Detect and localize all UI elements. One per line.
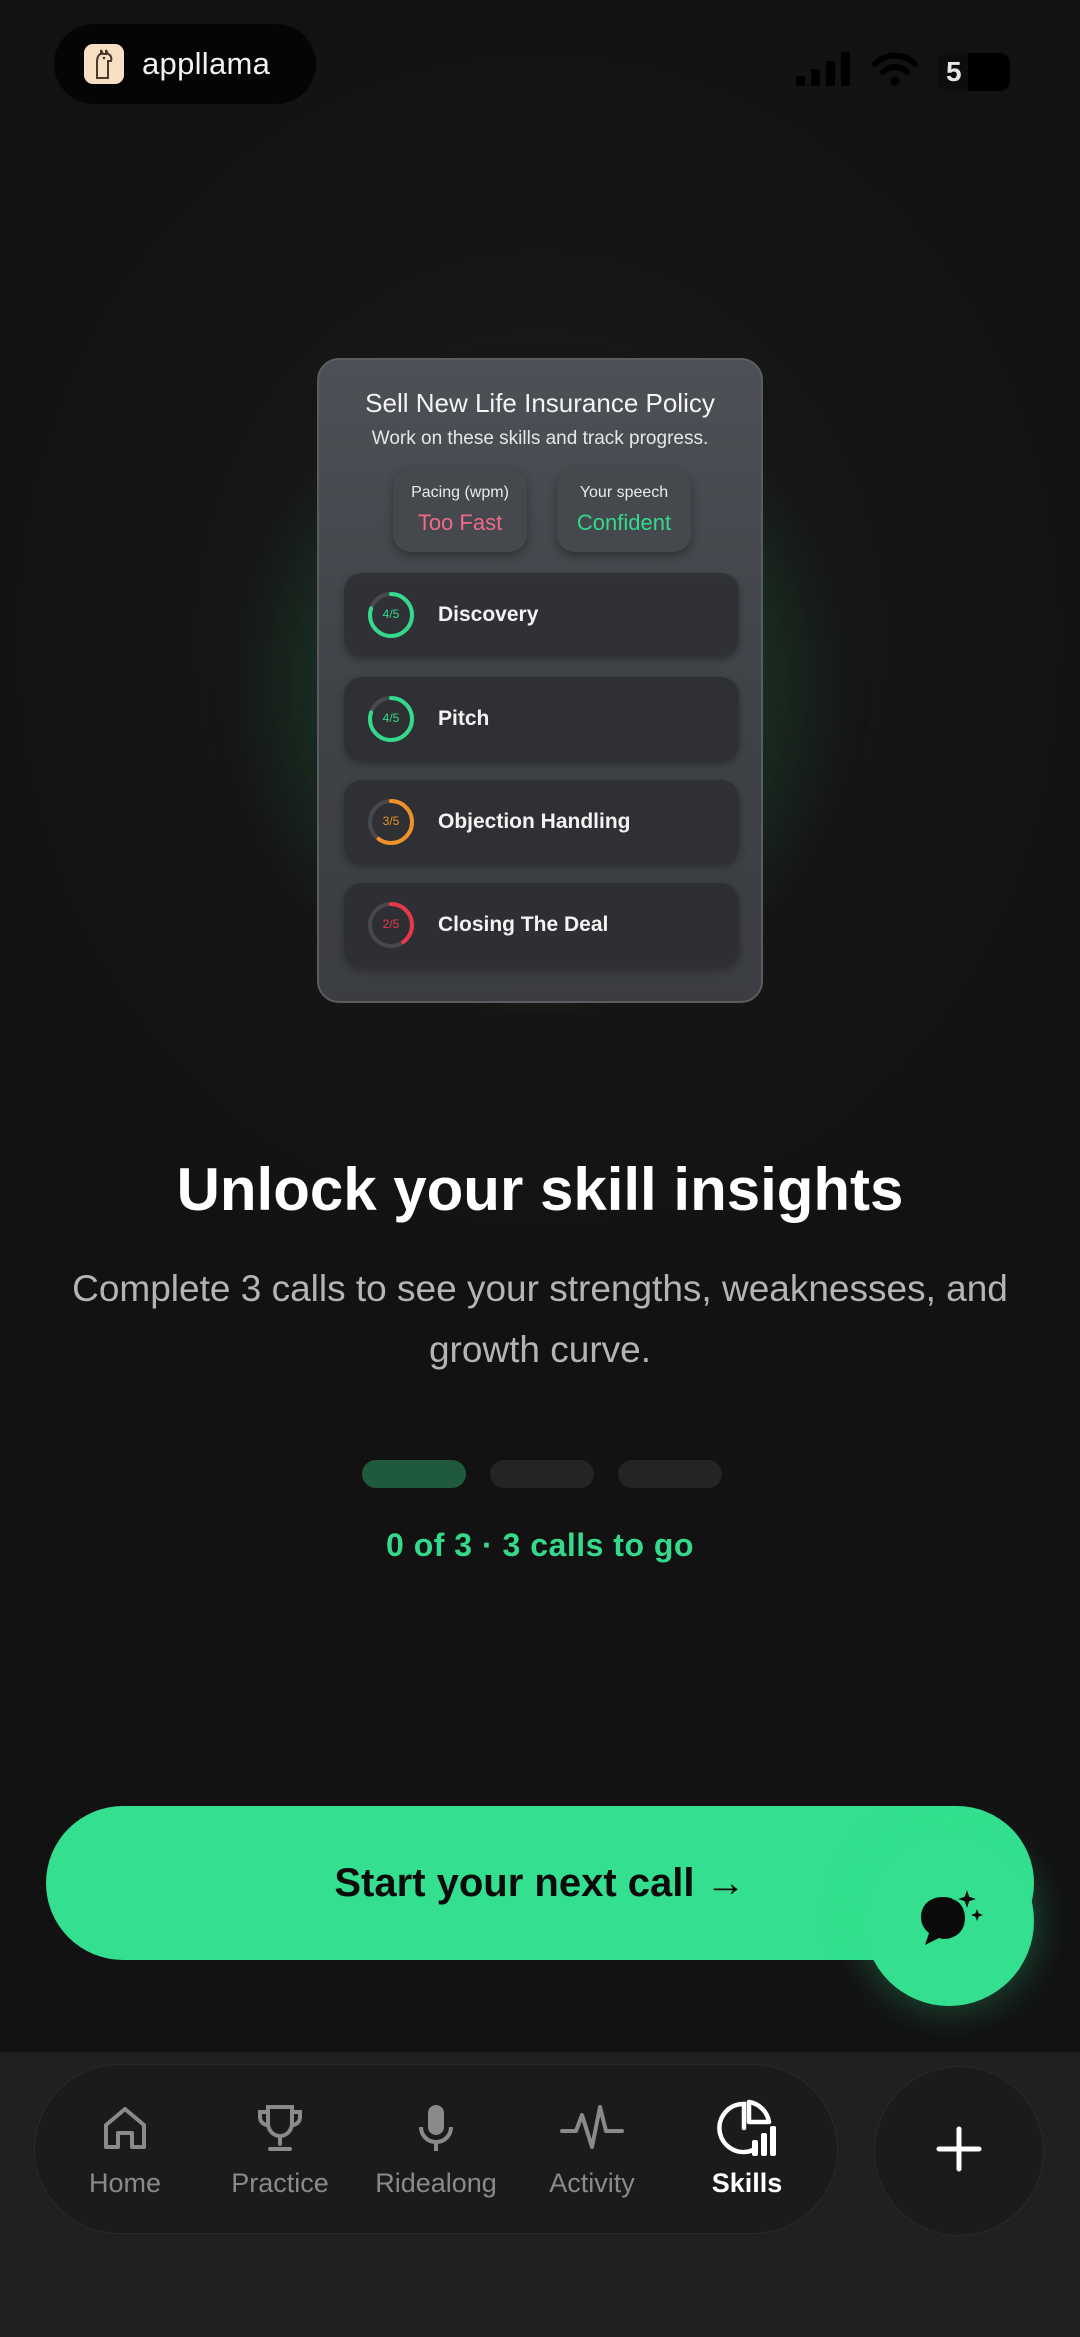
- page-description: Complete 3 calls to see your strengths, …: [72, 1268, 1008, 1370]
- system-status: 5: [796, 52, 1010, 91]
- progress-ring: 3/5: [366, 797, 416, 847]
- skill-row-pitch: 4/5 Pitch: [344, 677, 739, 761]
- page-title: Unlock your skill insights: [176, 1156, 904, 1223]
- activity-icon: [517, 2098, 667, 2158]
- card-title: Sell New Life Insurance Policy: [365, 388, 715, 418]
- brand-name: appllama: [142, 46, 271, 81]
- skill-row-discovery: 4/5 Discovery: [344, 573, 739, 657]
- progress-ring: 2/5: [366, 900, 416, 950]
- tab-home[interactable]: Home: [50, 2098, 200, 2199]
- skill-score: 2/5: [382, 917, 400, 931]
- cellular-signal-icon: [796, 52, 852, 91]
- metric-pacing: Pacing (wpm) Too Fast: [393, 468, 527, 552]
- skill-name: Objection Handling: [438, 810, 631, 833]
- skills-chart-icon: [672, 2098, 822, 2158]
- skill-name: Closing The Deal: [438, 913, 609, 936]
- skill-row-objection-handling: 3/5 Objection Handling: [344, 780, 739, 864]
- chat-sparkle-icon: [913, 1883, 985, 1960]
- metric-speech: Your speech Confident: [557, 468, 691, 552]
- progress-segment: [362, 1460, 466, 1488]
- tab-ridealong[interactable]: Ridealong: [361, 2098, 511, 2199]
- tab-label: Practice: [231, 2168, 329, 2198]
- brand-badge: appllama: [54, 24, 316, 104]
- battery-level: 5: [946, 55, 962, 87]
- tab-practice[interactable]: Practice: [205, 2098, 355, 2199]
- progress-segment: [618, 1460, 722, 1488]
- trophy-icon: [205, 2098, 355, 2158]
- skill-score: 3/5: [382, 814, 400, 828]
- plus-icon: [934, 2124, 984, 2179]
- progress-label: 0 of 3 · 3 calls to go: [386, 1527, 694, 1563]
- home-icon: [50, 2098, 200, 2158]
- add-button[interactable]: [874, 2066, 1044, 2236]
- battery-icon: 5: [938, 52, 1010, 91]
- wifi-icon: [872, 52, 918, 91]
- progress-ring: 4/5: [366, 590, 416, 640]
- skill-name: Discovery: [438, 603, 539, 626]
- calls-progress-bar: [362, 1460, 722, 1488]
- skill-score: 4/5: [382, 607, 400, 621]
- tab-label: Ridealong: [375, 2168, 497, 2198]
- metric-value: Too Fast: [417, 510, 503, 535]
- screen: appllama 5 Sell New Life Insurance Polic…: [0, 0, 1080, 2337]
- metric-label: Your speech: [579, 484, 669, 501]
- skill-score: 4/5: [382, 711, 400, 725]
- skill-preview-card: Sell New Life Insurance Policy Work on t…: [317, 358, 763, 1003]
- ai-assistant-button[interactable]: [864, 1836, 1034, 2006]
- progress-segment: [490, 1460, 594, 1488]
- metric-value: Confident: [576, 510, 672, 535]
- progress-ring: 4/5: [366, 694, 416, 744]
- skill-name: Pitch: [438, 707, 490, 730]
- tab-activity[interactable]: Activity: [517, 2098, 667, 2199]
- tab-label: Skills: [711, 2168, 783, 2198]
- skill-row-closing-the-deal: 2/5 Closing The Deal: [344, 883, 739, 967]
- microphone-icon: [361, 2098, 511, 2158]
- metric-label: Pacing (wpm): [411, 484, 509, 501]
- card-subtitle: Work on these skills and track progress.: [371, 428, 709, 449]
- tab-skills[interactable]: Skills: [672, 2098, 822, 2199]
- llama-logo-icon: [84, 44, 124, 84]
- cta-label: Start your next call →: [334, 1860, 746, 1905]
- tab-label: Activity: [549, 2168, 635, 2198]
- tab-label: Home: [88, 2168, 162, 2198]
